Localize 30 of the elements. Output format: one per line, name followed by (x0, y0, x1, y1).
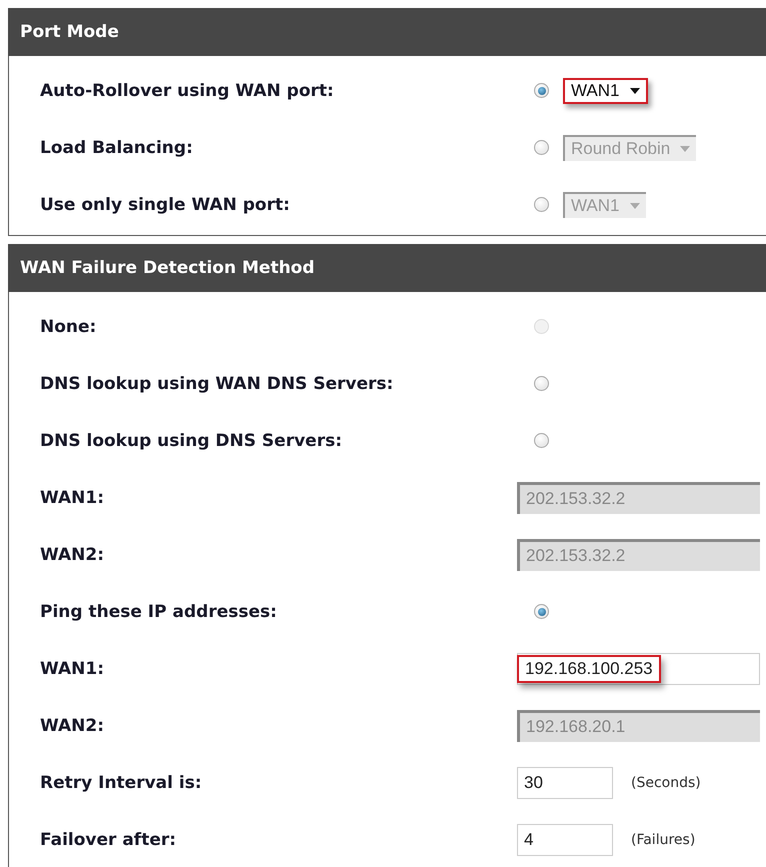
radio-button[interactable] (534, 376, 549, 391)
unit-label: (Failures) (631, 832, 696, 848)
field-label: Load Balancing: (39, 138, 194, 158)
radio-button[interactable] (534, 197, 549, 212)
radio-button[interactable] (534, 140, 549, 155)
unit-label: (Seconds) (631, 774, 701, 790)
field-label: Failover after: (39, 830, 178, 850)
field-label: Auto-Rollover using WAN port: (39, 80, 335, 100)
caret-icon (630, 202, 640, 210)
caret-icon (630, 86, 640, 94)
field-label: DNS lookup using WAN DNS Servers: (39, 374, 394, 394)
field-label: WAN2: (39, 716, 105, 736)
field-label: WAN2: (39, 544, 105, 564)
field-label: Use only single WAN port: (39, 194, 291, 214)
dropdown[interactable]: WAN1 (563, 78, 648, 104)
field-label: Retry Interval is: (39, 772, 203, 792)
radio-button[interactable] (534, 83, 549, 98)
section-header: WAN Failure Detection Method (8, 244, 766, 292)
field-label: None: (39, 316, 98, 336)
field-label: WAN1: (39, 658, 105, 678)
radio-button[interactable] (534, 433, 549, 448)
caret-icon (680, 144, 690, 152)
radio-button[interactable] (534, 604, 549, 619)
field-label: Ping these IP addresses: (39, 602, 278, 622)
input-field[interactable]: 30 (517, 766, 613, 798)
field-label: DNS lookup using DNS Servers: (39, 430, 343, 450)
section-header: Port Mode (8, 8, 766, 56)
input-field[interactable]: 192.168.100.253 (517, 652, 760, 684)
input-field[interactable]: 4 (517, 824, 613, 856)
field-label: WAN1: (39, 488, 105, 508)
